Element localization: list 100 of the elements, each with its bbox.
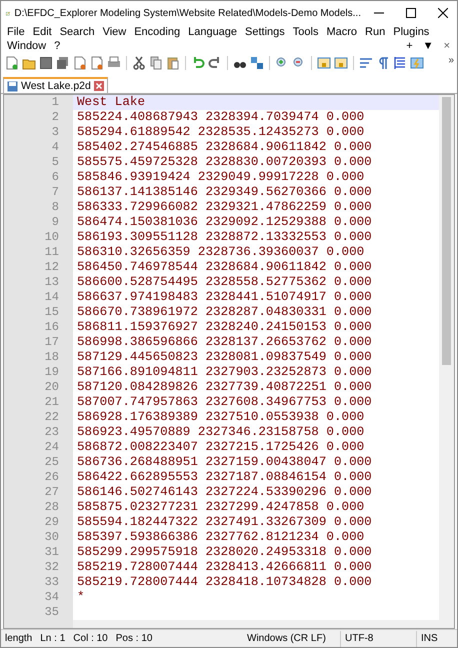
- status-encoding: UTF-8: [341, 630, 417, 646]
- menu-item[interactable]: Macro: [322, 25, 362, 39]
- undo-icon[interactable]: [191, 56, 205, 70]
- line-text: 586146.502746143 2327224.53390296 0.000: [77, 485, 372, 500]
- new-file-icon[interactable]: [5, 56, 19, 70]
- menu-item[interactable]: Window: [3, 39, 50, 53]
- line-text: 586600.528754495 2328558.52775362 0.000: [77, 275, 372, 290]
- line-text: West Lake: [77, 95, 146, 110]
- minimize-icon[interactable]: [374, 12, 384, 14]
- line-number: 22: [44, 410, 59, 425]
- line-text: 586474.150381036 2329092.12529388 0.000: [77, 215, 372, 230]
- menu-item[interactable]: Search: [56, 25, 99, 39]
- line-number: 8: [52, 200, 59, 215]
- vertical-scrollbar[interactable]: [439, 95, 454, 620]
- line-number: 34: [44, 590, 59, 605]
- line-number: 9: [52, 215, 59, 230]
- menu-item[interactable]: Settings: [241, 25, 289, 39]
- line-text: 585402.274546885 2328684.90611842 0.000: [77, 140, 372, 155]
- status-text: Pos : 10: [114, 632, 154, 646]
- status-text: Col : 10: [72, 632, 109, 646]
- copy-icon[interactable]: [149, 56, 163, 70]
- menu-item[interactable]: Tools: [288, 25, 322, 39]
- horizontal-scrollbar[interactable]: [73, 620, 454, 628]
- redo-icon[interactable]: [208, 56, 222, 70]
- line-number: 7: [52, 185, 59, 200]
- document-control[interactable]: +: [401, 40, 418, 52]
- status-text: Ln : 1: [39, 632, 66, 646]
- line-number: 1: [52, 95, 59, 110]
- line-number: 30: [44, 530, 59, 545]
- line-text: 587166.891094811 2327903.23252873 0.000: [77, 365, 372, 380]
- line-text: 586998.386596866 2328137.26653762 0.000: [77, 335, 372, 350]
- line-text: 587129.445650823 2328081.09837549 0.000: [77, 350, 372, 365]
- line-text: 585397.593866386 2327762.8121234 0.000: [77, 530, 364, 545]
- paste-icon[interactable]: [166, 56, 180, 70]
- menu-item[interactable]: Language: [184, 25, 242, 39]
- line-text: 586736.268488951 2327159.00438047 0.000: [77, 455, 372, 470]
- line-number: 24: [44, 440, 59, 455]
- line-text: 586422.662895553 2327187.08846154 0.000: [77, 470, 372, 485]
- close-icon[interactable]: [438, 8, 448, 18]
- close-all-icon[interactable]: [90, 56, 104, 70]
- line-text: 586450.746978544 2328684.90611842 0.000: [77, 260, 372, 275]
- line-number: 2: [52, 110, 59, 125]
- line-text: 585594.182447322 2327491.33267309 0.000: [77, 515, 372, 530]
- close-tab-icon[interactable]: [94, 81, 104, 91]
- menu-item[interactable]: Encoding: [130, 25, 184, 39]
- line-number: 11: [44, 245, 59, 260]
- toolbar-overflow[interactable]: »: [448, 55, 454, 66]
- line-text: 585219.728007444 2328413.42666811 0.000: [77, 560, 372, 575]
- line-number: 35: [44, 605, 59, 620]
- document-control[interactable]: ×: [438, 40, 455, 52]
- line-text: *: [77, 590, 85, 605]
- line-text: 586137.141385146 2329349.56270366 0.000: [77, 185, 372, 200]
- menu-item[interactable]: Edit: [28, 25, 56, 39]
- line-number: 31: [44, 545, 59, 560]
- menu-item[interactable]: View: [98, 25, 130, 39]
- menu-item[interactable]: Run: [361, 25, 390, 39]
- line-text: 587120.084289826 2327739.40872251 0.000: [77, 380, 372, 395]
- line-number: 5: [52, 155, 59, 170]
- cut-icon[interactable]: [132, 56, 146, 70]
- print-icon[interactable]: [107, 56, 121, 70]
- line-text: 586811.159376927 2328240.24150153 0.000: [77, 320, 372, 335]
- menu-item[interactable]: Plugins: [389, 25, 434, 39]
- menu-item[interactable]: File: [3, 25, 29, 39]
- line-text: 586923.49570889 2327346.23158758 0.000: [77, 425, 364, 440]
- line-number: 15: [44, 305, 59, 320]
- line-text: 586193.309551128 2328872.13332553 0.000: [77, 230, 372, 245]
- maximize-icon[interactable]: [406, 8, 416, 18]
- line-text: 585299.299575918 2328020.24953318 0.000: [77, 545, 372, 560]
- status-text: length: [4, 632, 34, 646]
- line-text: 586670.738961972 2328287.04830331 0.000: [77, 305, 372, 320]
- line-text: 586333.729966082 2329321.47862259 0.000: [77, 200, 372, 215]
- line-number: 25: [44, 455, 59, 470]
- line-number: 27: [44, 485, 59, 500]
- line-text: 585219.728007444 2328418.10734828 0.000: [77, 575, 372, 590]
- line-number: 28: [44, 500, 59, 515]
- status-eol: Windows (CR LF): [243, 630, 341, 646]
- line-number: 10: [44, 230, 59, 245]
- line-number: 16: [44, 320, 59, 335]
- close-file-icon[interactable]: [73, 56, 87, 70]
- word-wrap-icon[interactable]: [359, 56, 373, 70]
- status-mode: INS: [420, 632, 439, 646]
- window-title: D:\EFDC_Explorer Modeling System\Website Related\Models-Demo Models...: [14, 8, 361, 18]
- indent-guide-icon[interactable]: [393, 56, 407, 70]
- file-tab[interactable]: West Lake.p2d: [3, 77, 108, 93]
- line-text: 586637.974198483 2328441.51074917 0.000: [77, 290, 372, 305]
- document-control[interactable]: ▼: [418, 40, 439, 52]
- line-text: 586872.008223407 2327215.1725426 0.000: [77, 440, 364, 455]
- menu-item[interactable]: ?: [50, 39, 64, 53]
- line-number: 19: [44, 365, 59, 380]
- line-number: 14: [44, 290, 59, 305]
- line-number: 33: [44, 575, 59, 590]
- line-number: 21: [44, 395, 59, 410]
- line-number: 17: [44, 335, 59, 350]
- line-number: 20: [44, 380, 59, 395]
- line-text: 585575.459725328 2328830.00720393 0.000: [77, 155, 372, 170]
- line-number: 26: [44, 470, 59, 485]
- line-text: 585294.61889542 2328535.12435273 0.000: [77, 125, 364, 140]
- line-text: 585875.023277231 2327299.4247858 0.000: [77, 500, 364, 515]
- line-number: 18: [44, 350, 59, 365]
- line-text: 586310.32656359 2328736.39360037 0.000: [77, 245, 364, 260]
